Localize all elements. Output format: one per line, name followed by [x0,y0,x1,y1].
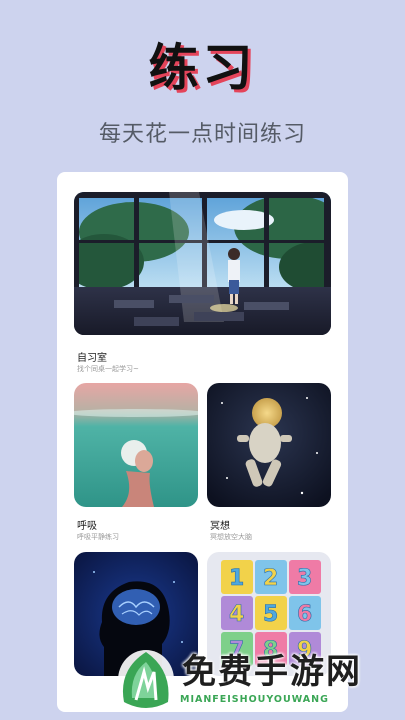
page-title: 练习 [148,39,257,97]
svg-text:4: 4 [229,602,244,627]
svg-text:6: 6 [297,602,312,627]
breathe-card[interactable] [74,383,198,507]
underwater-girl-illustration [74,383,198,507]
page-subtitle: 每天花一点时间练习 [98,122,306,147]
breathe-title: 呼吸 [77,521,97,532]
study-room-desc: 找个同桌一起学习~ [77,365,139,373]
study-room-title: 自习室 [77,353,107,364]
meditate-desc: 冥想放空大脑 [210,533,252,541]
svg-text:1: 1 [229,566,244,591]
svg-text:2: 2 [263,566,278,591]
svg-text:5: 5 [263,602,278,627]
svg-text:3: 3 [297,566,312,591]
meditate-title: 冥想 [210,521,230,532]
watermark-text: 免费手游网 [182,652,362,692]
breathe-desc: 呼吸平静练习 [77,533,119,541]
watermark-logo-icon [118,650,174,710]
app-screen-preview: 自习室 找个同桌一起学习~ 呼吸 呼吸平静练习 冥想 冥想放空大脑 1 2 3 … [57,172,348,712]
site-watermark: 免费手游网 MIANFEISHOUYOUWANG [110,640,405,720]
study-room-card[interactable] [74,192,331,335]
meditate-card[interactable] [207,383,331,507]
watermark-url: MIANFEISHOUYOUWANG [180,694,329,705]
classroom-illustration [74,192,331,335]
astronaut-illustration [207,383,331,507]
